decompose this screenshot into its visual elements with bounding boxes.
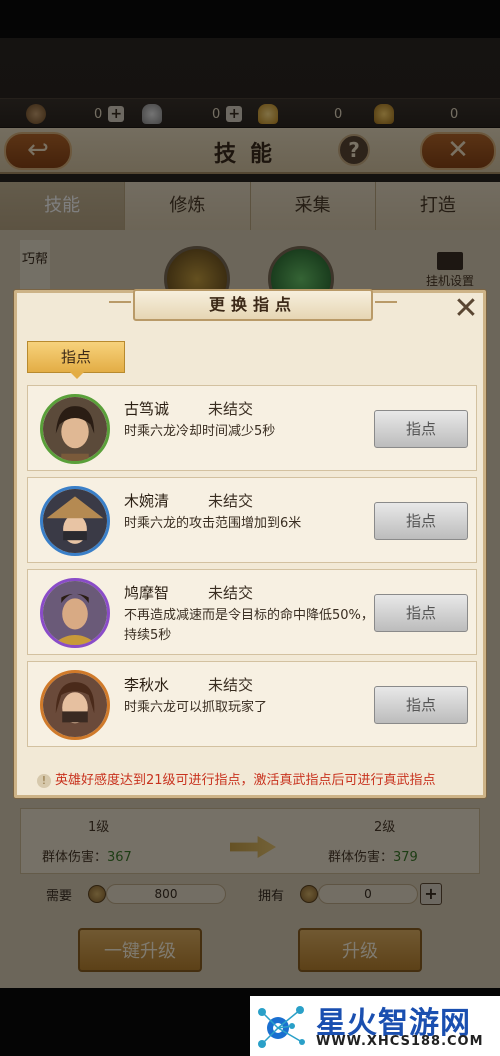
mentor-button[interactable]: 指点: [374, 502, 468, 540]
hero-status: 未结交: [208, 492, 254, 510]
hero-portrait-avatar: [40, 670, 110, 740]
tab-mentor[interactable]: 指点: [27, 341, 125, 379]
hero-row: 木婉清 未结交 时乘六龙的攻击范围增加到6米 指点: [27, 477, 477, 563]
hero-portrait-avatar: [40, 486, 110, 556]
hero-name: 木婉清: [124, 492, 170, 510]
network-logo-icon: [258, 1006, 305, 1048]
hero-description: 时乘六龙的攻击范围增加到6米: [124, 516, 302, 531]
hint-message: 英雄好感度达到21级可进行指点，激活真武指点后可进行真武指点: [55, 773, 436, 788]
hero-name: 鸠摩智: [124, 584, 170, 602]
hero-status: 未结交: [208, 584, 254, 602]
dialog-close-button[interactable]: ✕: [451, 294, 481, 325]
hero-description: 不再造成减速而是令目标的命中降低50%，持续5秒: [124, 608, 374, 643]
hero-portrait-icon: [43, 397, 107, 461]
hero-row: 古笃诚 未结交 时乘六龙冷却时间减少5秒 指点: [27, 385, 477, 471]
mentor-button[interactable]: 指点: [374, 594, 468, 632]
hero-description: 时乘六龙冷却时间减少5秒: [124, 424, 276, 439]
hero-status: 未结交: [208, 400, 254, 418]
hero-name: 李秋水: [124, 676, 170, 694]
hero-row: 李秋水 未结交 时乘六龙可以抓取玩家了 指点: [27, 661, 477, 747]
hero-description: 时乘六龙可以抓取玩家了: [124, 700, 268, 715]
hero-portrait-icon: [43, 489, 107, 553]
hero-row: 鸠摩智 未结交 不再造成减速而是令目标的命中降低50%，持续5秒 指点: [27, 569, 477, 655]
hero-portrait-avatar: [40, 578, 110, 648]
watermark-url: WWW.XHCS188.COM: [316, 1034, 484, 1049]
hero-portrait-icon: [43, 673, 107, 737]
mentor-button[interactable]: 指点: [374, 410, 468, 448]
change-mentor-dialog: 更换指点 ✕ 指点 古笃诚 未结交 时乘六龙冷却时间减少5秒 指点 木婉清 未结…: [14, 289, 486, 798]
hero-status: 未结交: [208, 676, 254, 694]
hint-text: ! 英雄好感度达到21级可进行指点，激活真武指点后可进行真武指点: [37, 769, 477, 788]
watermark: 星火智游网 WWW.XHCS188.COM: [250, 996, 500, 1056]
status-bar: [0, 0, 500, 38]
dialog-title: 更换指点: [109, 289, 397, 321]
hero-portrait-icon: [43, 581, 107, 645]
warning-icon: !: [37, 774, 51, 788]
hero-portrait-avatar: [40, 394, 110, 464]
mentor-button[interactable]: 指点: [374, 686, 468, 724]
hero-name: 古笃诚: [124, 400, 170, 418]
